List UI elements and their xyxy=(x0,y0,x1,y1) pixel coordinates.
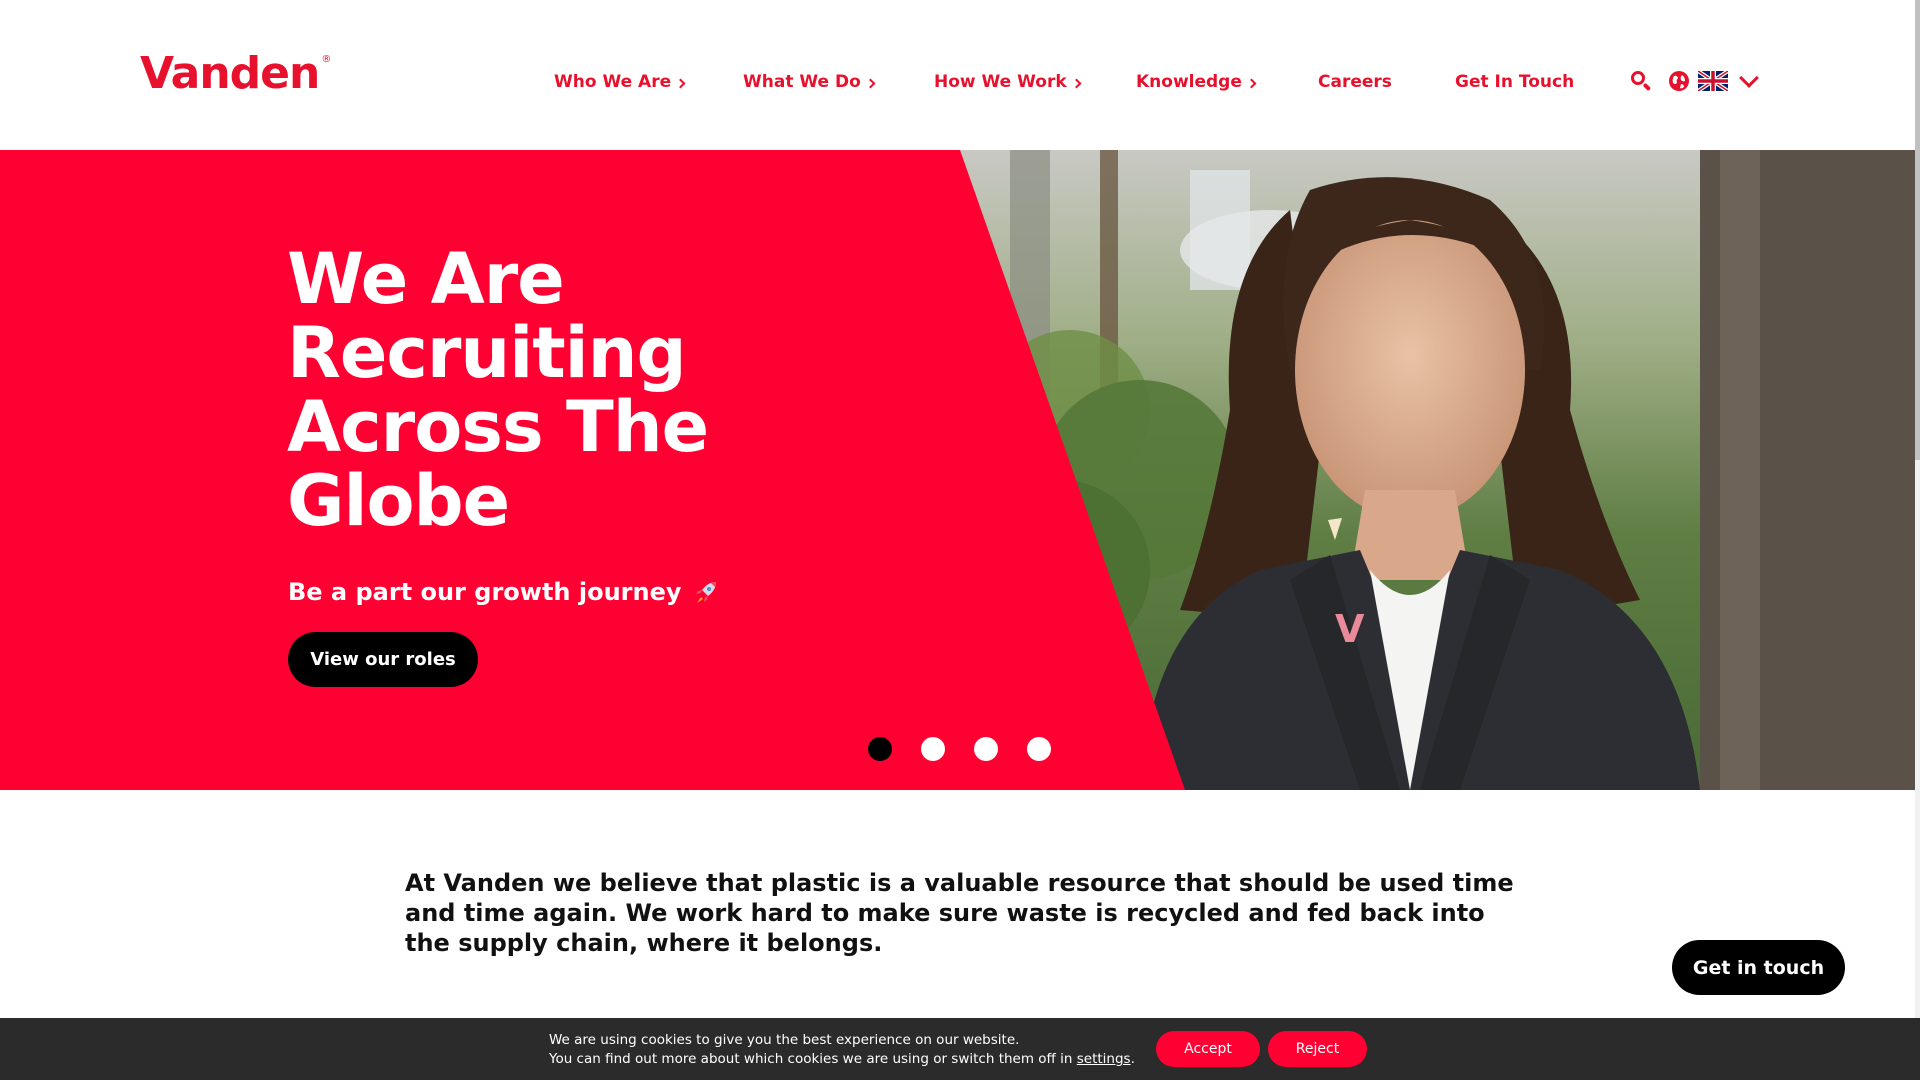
reject-cookies-button[interactable]: Reject xyxy=(1268,1031,1367,1067)
slider-dots xyxy=(868,737,1051,761)
nav-item-label: Knowledge xyxy=(1136,72,1242,92)
cookie-line-2: You can find out more about which cookie… xyxy=(549,1050,1135,1069)
chevron-right-icon xyxy=(1246,78,1257,89)
uk-flag-icon[interactable] xyxy=(1698,71,1728,91)
get-in-touch-button[interactable]: Get in touch xyxy=(1672,940,1845,995)
slider-dot-2[interactable] xyxy=(921,737,945,761)
scrollbar-thumb[interactable] xyxy=(1915,0,1920,460)
accept-cookies-button[interactable]: Accept xyxy=(1156,1031,1260,1067)
site-header: Vanden ® Who We Are What We Do How We Wor… xyxy=(0,0,1920,150)
nav-item-label: Careers xyxy=(1318,72,1392,92)
vanden-logo[interactable]: Vanden ® xyxy=(140,48,331,99)
cookie-line-1: We are using cookies to give you the bes… xyxy=(549,1032,1020,1048)
chevron-right-icon xyxy=(675,78,686,89)
nav-item-label: What We Do xyxy=(743,72,861,92)
globe-icon[interactable] xyxy=(1668,70,1690,92)
cookie-message: We are using cookies to give you the bes… xyxy=(549,1031,1135,1069)
rocket-icon xyxy=(695,582,716,603)
nav-item-careers[interactable]: Careers xyxy=(1318,72,1392,92)
intro-statement: At Vanden we believe that plastic is a v… xyxy=(405,869,1514,957)
search-icon[interactable] xyxy=(1630,70,1652,92)
slider-dot-4[interactable] xyxy=(1027,737,1051,761)
nav-item-get-in-touch[interactable]: Get In Touch xyxy=(1455,72,1574,92)
slider-dot-1[interactable] xyxy=(868,737,892,761)
chevron-right-icon xyxy=(865,78,876,89)
nav-item-label: Who We Are xyxy=(554,72,672,92)
cookie-settings-link[interactable]: settings xyxy=(1077,1051,1131,1067)
chevron-right-icon xyxy=(1071,78,1082,89)
cookie-line-2-text: You can find out more about which cookie… xyxy=(549,1051,1073,1067)
nav-item-what-we-do[interactable]: What We Do xyxy=(743,72,876,92)
chevron-down-icon[interactable] xyxy=(1739,68,1759,88)
slider-dot-3[interactable] xyxy=(974,737,998,761)
view-roles-button[interactable]: View our roles xyxy=(288,632,478,687)
nav-item-label: Get In Touch xyxy=(1455,72,1575,92)
header-utilities xyxy=(1630,68,1759,92)
cookie-consent-bar: We are using cookies to give you the bes… xyxy=(0,1018,1920,1080)
logo-text: Vanden xyxy=(140,48,320,99)
hero-title: We Are Recruiting Across The Globe xyxy=(287,238,709,542)
nav-item-label: How We Work xyxy=(934,72,1067,92)
nav-item-knowledge[interactable]: Knowledge xyxy=(1136,72,1257,92)
nav-item-who-we-are[interactable]: Who We Are xyxy=(554,72,686,92)
hero-subtitle: Be a part our growth journey xyxy=(288,578,720,606)
cookie-line-2-end: . xyxy=(1130,1051,1135,1067)
hero-slider: V We Are Recruiting Across The Globe Be … xyxy=(0,150,1920,790)
nav-item-how-we-work[interactable]: How We Work xyxy=(934,72,1082,92)
hero-subtitle-text: Be a part our growth journey xyxy=(288,578,682,606)
registered-mark: ® xyxy=(321,54,331,65)
